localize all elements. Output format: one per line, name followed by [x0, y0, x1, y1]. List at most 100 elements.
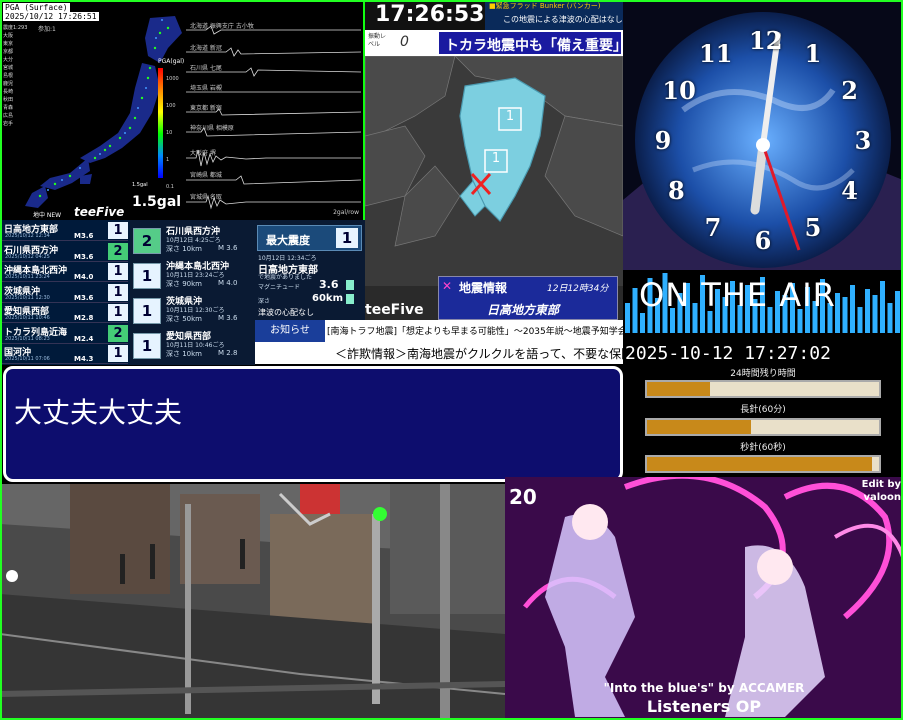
quake-info-box: ✕ 地震情報 12日12時34分 日高地方東部: [438, 276, 618, 320]
quake-intensity: 1: [108, 222, 128, 239]
quake-list-row[interactable]: 日高地方東部 2025/10/12 12:34 M3.6 1: [2, 221, 128, 241]
quake-list-row[interactable]: 沖縄本島北西沖 2025/10/11 23:24 M4.0 1: [2, 262, 128, 282]
quake-magnitude: M2.8: [74, 314, 94, 322]
bunker-sub: この地震による津波の心配はなし: [503, 15, 623, 24]
detail-magnitude: M 3.6: [218, 314, 238, 322]
quake-date: 2025/10/11 08:23: [5, 335, 50, 342]
quake-date: 2025/10/11 12:30: [5, 294, 50, 301]
quake-date: 2025/10/11 07:06: [5, 356, 50, 362]
bunker-title: ■緊急フラッド Bunker (バンカー): [489, 2, 601, 10]
bunker-banner: ■緊急フラッド Bunker (バンカー) この地震による津波の心配はなし: [485, 0, 623, 30]
quake-magnitude: M3.6: [74, 252, 94, 261]
spectrum-bar: [842, 297, 848, 333]
clock-number: 3: [854, 126, 872, 155]
scale-value: 100: [166, 103, 176, 109]
max-intensity-box: 最大震度 1: [257, 225, 362, 251]
station-label: 埼玉県 岩槻: [190, 85, 222, 92]
bar3-label: 秒針(60秒): [740, 443, 786, 453]
earthquake-list: 日高地方東部 2025/10/12 12:34 M3.6 1 石川県西方沖 2025/10…: [0, 220, 130, 365]
scale-value: 1: [166, 157, 170, 163]
song-credit: "Into the blue's" by ACCAMER: [603, 681, 805, 695]
earthquake-detail-list: 2 石川県西方沖 10月12日 4:25ごろ 深さ 10km M 3.6 1 沖縄本島北西沖…: [130, 220, 255, 365]
on-air-label: ON THE AIR: [639, 276, 836, 314]
quake-magnitude: M2.4: [74, 334, 94, 343]
quake-list-row[interactable]: 国河沖 2025/10/11 07:06 M4.3 1: [2, 344, 128, 364]
ticker-text: ＜詐欺情報＞南海地震がクルクルを語って、不要な保険: [335, 347, 623, 361]
edit-by-line1: Edit by: [861, 479, 901, 490]
quake-magnitude: M4.3: [74, 355, 94, 363]
pga-scale-values: 1000 100 10 1 0.1: [166, 66, 179, 201]
map-brand-logo: teeFive: [365, 302, 424, 318]
quake-detail-row[interactable]: 1 沖縄本島北西沖 10月11日 23:24ごろ 深さ 90km M 4.0: [133, 259, 253, 293]
station-label: 神奈川県 相模原: [190, 125, 234, 132]
quake-list-row[interactable]: 愛知県西部 2025/10/11 10:46 M2.8 1: [2, 303, 128, 323]
notice-bar: お知らせ [南海トラフ地震]「想定よりも早まる可能性」〜2035年説〜地震予知学…: [255, 320, 623, 342]
scale-value: 10: [166, 130, 173, 136]
level-value: 0: [400, 34, 409, 50]
quake-detail-row[interactable]: 2 石川県西方沖 10月12日 4:25ごろ 深さ 10km M 3.6: [133, 224, 253, 258]
bar2-fill: [647, 420, 752, 434]
clock-number: 9: [654, 126, 672, 155]
quake-list-row[interactable]: トカラ列島近海 2025/10/11 08:23 M2.4 2: [2, 324, 128, 344]
station-label: 大阪府 堺: [190, 150, 216, 157]
station-label: 宮城県 名取: [190, 194, 222, 201]
tsunami-note: 津波の心配なし: [258, 308, 314, 317]
trace-unit: 2gal/row: [333, 209, 359, 216]
bar3-track: [645, 455, 881, 473]
spectrum-bar: [857, 307, 863, 333]
detail-intensity-badge: 2: [133, 228, 161, 254]
spectrum-bar: [850, 285, 855, 333]
spectrum-bar: [640, 313, 645, 333]
max-intensity-panel: 最大震度 1 10月12日 12:34ごろ 日高地方東部 で地震がありました マ…: [255, 220, 365, 320]
quake-intensity: 1: [108, 263, 128, 280]
quake-magnitude: M3.6: [74, 293, 94, 302]
live-clock-box: 17:26:53: [365, 0, 485, 30]
bar2-track: [645, 418, 881, 436]
quake-detail-row[interactable]: 1 茨城県沖 10月11日 12:30ごろ 深さ 50km M 3.6: [133, 294, 253, 328]
clock-number: 10: [662, 76, 696, 105]
clock-number: 11: [699, 39, 733, 69]
max-intensity-label: 最大震度: [266, 234, 310, 247]
quake-detail-row[interactable]: 1 愛知県西部 10月11日 10:46ごろ 深さ 10km M 2.8: [133, 329, 253, 363]
street-camera: [0, 484, 505, 720]
detail-magnitude: M 3.6: [218, 244, 238, 252]
detail-time: 10月11日 23:24ごろ: [166, 272, 225, 279]
news-ticker: ＜詐欺情報＞南海地震がクルクルを語って、不要な保険: [255, 342, 623, 364]
street-scene: [0, 484, 505, 720]
live-clock: 17:26:53: [375, 2, 485, 27]
region-intensity-2: 1: [491, 151, 501, 166]
detail-intensity-badge: 1: [133, 333, 161, 359]
detail-intensity-badge: 1: [133, 263, 161, 289]
map-panel: 17:26:53 ■緊急フラッド Bunker (バンカー) この地震による津波…: [365, 0, 623, 340]
station-label: 東京都 新宿: [190, 105, 222, 112]
detail-intensity-badge: 1: [133, 298, 161, 324]
magnitude-swatch: [346, 280, 354, 290]
message-dialog: 大丈夫大丈夫: [3, 366, 623, 482]
quake-list-row[interactable]: 石川県西方沖 2025/10/12 04:25 M3.6 2: [2, 242, 128, 262]
depth-value: 60km: [312, 293, 343, 304]
quake-intensity: 2: [108, 242, 128, 260]
spectrum-bar: [707, 311, 713, 333]
max-occurred: で地震がありました: [258, 274, 313, 281]
notice-text: [南海トラフ地震]「想定よりも早まる可能性」〜2035年説〜地震予知学会: [327, 327, 623, 337]
quake-list-row[interactable]: 茨城県沖 2025/10/11 12:30 M3.6 1: [2, 283, 128, 303]
quake-magnitude: M4.0: [74, 273, 94, 281]
edit-by-line2: valoon: [863, 492, 901, 503]
detail-magnitude: M 2.8: [218, 349, 238, 357]
brand-logo: teeFive: [74, 205, 125, 219]
clock-number: 2: [841, 76, 858, 105]
detail-depth: 深さ 10km: [166, 350, 203, 358]
listeners-op: Listeners OP: [646, 697, 762, 716]
clock-number: 5: [804, 212, 822, 242]
notice-label: お知らせ: [255, 320, 325, 342]
level-label: 振動レベル: [368, 33, 387, 48]
detail-depth: 深さ 10km: [166, 245, 203, 253]
quake-date: 2025/10/11 10:46: [5, 315, 50, 321]
anime-number: 20: [509, 485, 537, 509]
headline-box: トカラ地震中も「備え重要」: [437, 30, 623, 56]
gal-reading: 1.5gal: [132, 194, 182, 210]
dialog-text: 大丈夫大丈夫: [14, 396, 183, 429]
spectrum-bar: [887, 303, 893, 333]
scale-value: 1000: [166, 76, 179, 82]
clock-number: 7: [704, 212, 722, 242]
